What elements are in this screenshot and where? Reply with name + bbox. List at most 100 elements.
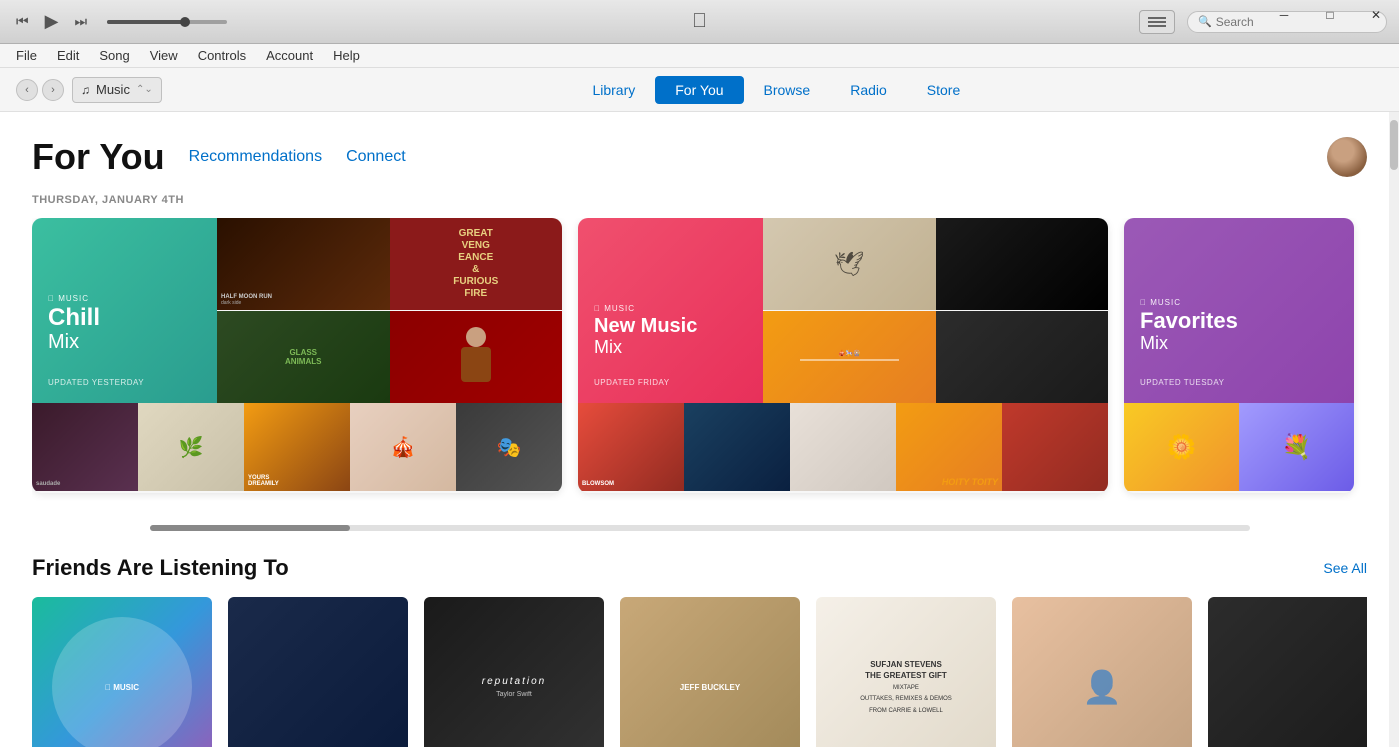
friend-art-5: SUFJAN STEVENSTHE GREATEST GIFTMIXTAPEOU… [816, 597, 996, 747]
new-music-subtitle: Mix [594, 337, 622, 358]
menu-account[interactable]: Account [258, 46, 321, 65]
main-content: For You Recommendations Connect THURSDAY… [0, 112, 1399, 747]
chill-thumb-1: HALF MOON RUN dark side [217, 218, 390, 310]
recommendations-link[interactable]: Recommendations [189, 148, 322, 166]
menu-song[interactable]: Song [91, 46, 137, 65]
fav-apple-label:  MUSIC [1140, 298, 1338, 307]
chill-bot-3: YOURSDREAMILY [244, 403, 350, 491]
chill-right-grid: HALF MOON RUN dark side GREATVENGEANCE&F… [217, 218, 562, 403]
friend-card-3[interactable]: reputation Taylor Swift [424, 597, 604, 747]
hoity-text: HOITY TOITY [896, 403, 1002, 491]
chill-title: Chill [48, 305, 100, 331]
search-icon: 🔍 [1198, 15, 1212, 28]
friend-art-4: JEFF BUCKLEY [620, 597, 800, 747]
friend-art-3: reputation Taylor Swift [424, 597, 604, 747]
next-button[interactable]: ⏭ [70, 9, 91, 34]
nm-bot-3 [790, 403, 896, 491]
menu-file[interactable]: File [8, 46, 45, 65]
page-title-row: For You Recommendations Connect [32, 136, 1367, 178]
friend-art-1:  MUSIC [32, 597, 212, 747]
friend-art-7 [1208, 597, 1367, 747]
friend-card-1[interactable]:  MUSIC [32, 597, 212, 747]
connect-link[interactable]: Connect [346, 148, 406, 166]
new-music-apple-label:  MUSIC [594, 304, 635, 313]
fav-updated: UPDATED TUESDAY [1140, 378, 1338, 387]
chill-bot-5: 🎭 [456, 403, 562, 491]
h-scrollbar-thumb [150, 525, 350, 531]
menu-view[interactable]: View [142, 46, 186, 65]
close-button[interactable]: ✕ [1353, 0, 1399, 30]
chill-apple-music-label:  MUSIC [48, 294, 89, 303]
tab-radio[interactable]: Radio [830, 76, 907, 104]
chill-thumb-4 [390, 311, 563, 403]
chill-mix-card[interactable]:  MUSIC Chill Mix UPDATED YESTERDAY HALF… [32, 218, 562, 493]
play-button[interactable]: ▶ [41, 7, 63, 36]
chill-mix-art:  MUSIC Chill Mix UPDATED YESTERDAY [32, 218, 217, 403]
tab-store[interactable]: Store [907, 76, 980, 104]
transport-controls: ⏮ ▶ ⏭ [12, 7, 227, 36]
friend-art-2 [228, 597, 408, 747]
new-music-mix-card[interactable]:  MUSIC New Music Mix UPDATED FRIDAY 🕊 [578, 218, 1108, 493]
friend-card-7[interactable] [1208, 597, 1367, 747]
tab-library[interactable]: Library [572, 76, 655, 104]
nm-thumb-1: 🕊 [763, 218, 936, 310]
friend-card-5[interactable]: SUFJAN STEVENSTHE GREATEST GIFTMIXTAPEOU… [816, 597, 996, 747]
menu-help[interactable]: Help [325, 46, 368, 65]
chill-thumb-3: GLASSANIMALS [217, 311, 390, 403]
horizontal-scrollbar[interactable] [150, 525, 1250, 531]
nav-tabs: Library For You Browse Radio Store [572, 76, 980, 104]
minimize-button[interactable]: ─ [1261, 0, 1307, 30]
chill-bot-2: 🌿 [138, 403, 244, 491]
nm-bot-1: BLOWSOM [578, 403, 684, 491]
progress-fill [107, 20, 185, 24]
page-title: For You [32, 136, 165, 178]
menu-controls[interactable]: Controls [190, 46, 254, 65]
window-controls: ─ □ ✕ [1261, 0, 1399, 30]
music-note-icon: ♫ [81, 83, 90, 97]
friend-card-6[interactable]: 👤 [1012, 597, 1192, 747]
nav-forward-button[interactable]: › [42, 79, 64, 101]
date-label: THURSDAY, JANUARY 4TH [32, 194, 1367, 206]
chill-subtitle: Mix [48, 331, 79, 354]
maximize-button[interactable]: □ [1307, 0, 1353, 30]
nav-arrows: ‹ › [16, 79, 64, 101]
chill-updated: UPDATED YESTERDAY [48, 378, 144, 387]
fav-title: Favorites [1140, 309, 1338, 333]
cards-scroll-container:  MUSIC Chill Mix UPDATED YESTERDAY HALF… [32, 218, 1367, 501]
progress-thumb [180, 17, 190, 27]
menu-bar: File Edit Song View Controls Account Hel… [0, 44, 1399, 68]
source-selector[interactable]: ♫ Music ⌃⌄ [72, 77, 162, 103]
new-music-art:  MUSIC New Music Mix UPDATED FRIDAY [578, 218, 763, 403]
favorites-mix-card[interactable]:  MUSIC Favorites Mix UPDATED TUESDAY 🌼 … [1124, 218, 1354, 493]
list-line-2 [1148, 21, 1166, 23]
friend-art-6: 👤 [1012, 597, 1192, 747]
nm-thumb-2 [936, 218, 1109, 310]
nav-back-button[interactable]: ‹ [16, 79, 38, 101]
tab-for-you[interactable]: For You [655, 76, 743, 104]
see-all-link[interactable]: See All [1323, 560, 1367, 576]
fav-subtitle: Mix [1140, 333, 1338, 354]
source-label: Music [96, 82, 130, 97]
cards-row[interactable]:  MUSIC Chill Mix UPDATED YESTERDAY HALF… [32, 218, 1367, 501]
progress-bar[interactable] [107, 20, 227, 24]
profile-avatar[interactable] [1327, 137, 1367, 177]
new-music-right-grid: 🕊 🎪🎠🎡 [763, 218, 1108, 403]
menu-edit[interactable]: Edit [49, 46, 87, 65]
tab-browse[interactable]: Browse [744, 76, 831, 104]
chill-bottom-row: saudade 🌿 YOURSDREAMILY 🎪 🎭 [32, 403, 562, 493]
nm-thumb-3: 🎪🎠🎡 [763, 311, 936, 403]
friend-card-4[interactable]: JEFF BUCKLEY [620, 597, 800, 747]
nm-bot-5 [1002, 403, 1108, 491]
friends-section-header: Friends Are Listening To See All [32, 555, 1367, 581]
friend-card-2[interactable] [228, 597, 408, 747]
list-line-3 [1148, 25, 1166, 27]
source-chevron-icon: ⌃⌄ [136, 84, 153, 95]
vertical-scrollbar[interactable] [1389, 112, 1399, 747]
prev-button[interactable]: ⏮ [12, 9, 33, 34]
nm-bot-4: HOITY TOITY [896, 403, 1002, 491]
nm-bot-2 [684, 403, 790, 491]
glass-animals-text: GLASSANIMALS [281, 344, 325, 370]
friends-section-title: Friends Are Listening To [32, 555, 289, 581]
fav-bot-1: 🌼 [1124, 403, 1239, 491]
list-view-button[interactable] [1139, 10, 1175, 34]
